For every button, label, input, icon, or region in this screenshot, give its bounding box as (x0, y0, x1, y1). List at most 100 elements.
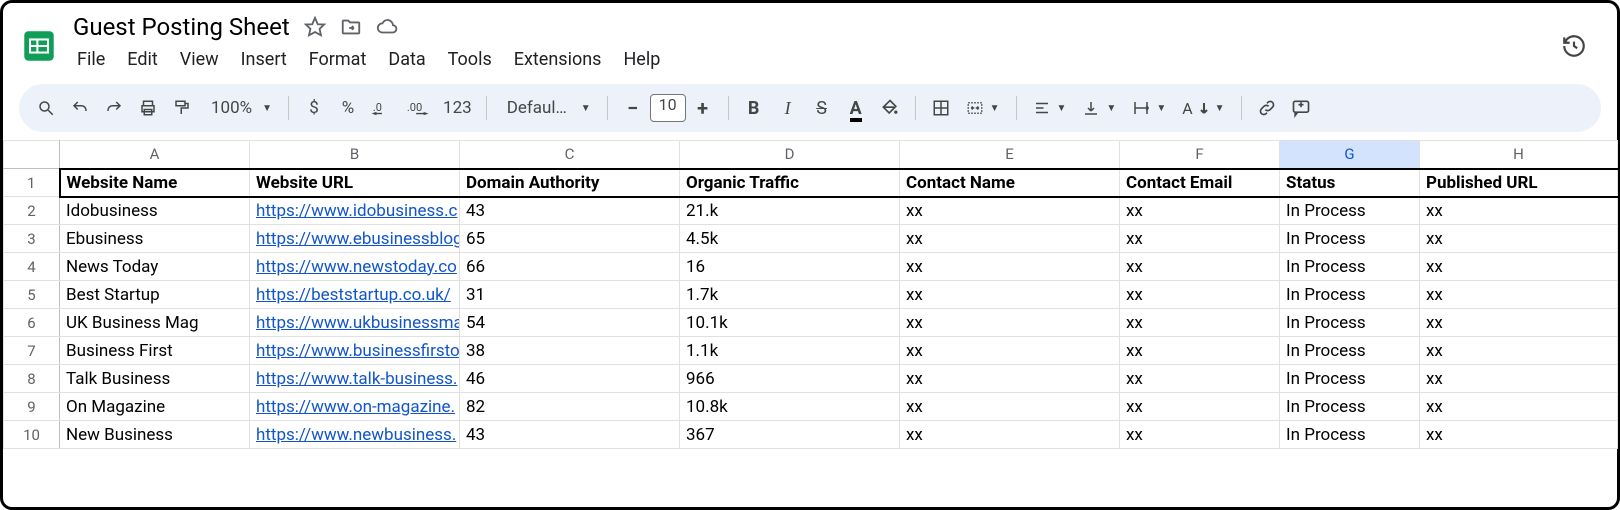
cell[interactable]: xx (1420, 365, 1618, 393)
url-link[interactable]: https://www.talk-business. (256, 369, 457, 389)
cell[interactable]: 1.1k (680, 337, 900, 365)
url-link[interactable]: https://www.businessfirsto (256, 341, 460, 361)
menu-data[interactable]: Data (378, 45, 435, 74)
cell[interactable]: xx (1420, 225, 1618, 253)
cell[interactable]: xx (900, 337, 1120, 365)
move-folder-icon[interactable] (340, 16, 362, 38)
sheets-logo[interactable] (19, 20, 59, 72)
zoom-select[interactable]: 100%▼ (201, 98, 278, 118)
cell[interactable]: https://www.newstoday.co (250, 253, 460, 281)
row-header[interactable]: 6 (4, 309, 60, 337)
cell[interactable]: xx (1120, 225, 1280, 253)
cell[interactable]: xx (1120, 197, 1280, 225)
insert-link-icon[interactable] (1252, 92, 1282, 124)
cloud-status-icon[interactable] (376, 16, 398, 38)
cell[interactable]: Idobusiness (60, 197, 250, 225)
row-header[interactable]: 9 (4, 393, 60, 421)
cell[interactable]: xx (1120, 365, 1280, 393)
fill-color-icon[interactable] (875, 92, 905, 124)
cell[interactable]: xx (1420, 253, 1618, 281)
document-title[interactable]: Guest Posting Sheet (73, 13, 290, 41)
increase-decimal-icon[interactable]: .00 (401, 92, 435, 124)
cell[interactable]: 4.5k (680, 225, 900, 253)
cell[interactable]: 54 (460, 309, 680, 337)
number-format-button[interactable]: 123 (439, 92, 476, 124)
column-header-H[interactable]: H (1420, 141, 1618, 169)
cell[interactable]: In Process (1280, 393, 1420, 421)
italic-button[interactable]: I (773, 92, 803, 124)
cell[interactable]: https://www.on-magazine. (250, 393, 460, 421)
row-header[interactable]: 5 (4, 281, 60, 309)
cell[interactable]: Domain Authority (460, 169, 680, 197)
row-header[interactable]: 8 (4, 365, 60, 393)
url-link[interactable]: https://www.ukbusinessma (256, 313, 460, 333)
cell[interactable]: 10.1k (680, 309, 900, 337)
cell[interactable]: In Process (1280, 253, 1420, 281)
cell[interactable]: xx (1420, 281, 1618, 309)
cell[interactable]: New Business (60, 421, 250, 449)
column-header-A[interactable]: A (60, 141, 250, 169)
search-icon[interactable] (31, 92, 61, 124)
cell[interactable]: xx (900, 365, 1120, 393)
text-wrap-icon[interactable]: ▼ (1126, 99, 1172, 117)
url-link[interactable]: https://www.ebusinessblog (256, 229, 460, 249)
cell[interactable]: Ebusiness (60, 225, 250, 253)
cell[interactable]: https://www.newbusiness. (250, 421, 460, 449)
row-header[interactable]: 4 (4, 253, 60, 281)
cell[interactable]: Talk Business (60, 365, 250, 393)
percent-button[interactable]: % (333, 92, 363, 124)
cell[interactable]: In Process (1280, 309, 1420, 337)
menu-format[interactable]: Format (299, 45, 377, 74)
cell[interactable]: 367 (680, 421, 900, 449)
vertical-align-icon[interactable]: ▼ (1076, 99, 1122, 117)
menu-view[interactable]: View (170, 45, 229, 74)
cell[interactable]: https://www.idobusiness.c (250, 197, 460, 225)
menu-help[interactable]: Help (613, 45, 670, 74)
font-size-decrease-icon[interactable]: − (618, 92, 648, 124)
select-all-corner[interactable] (4, 141, 60, 169)
cell[interactable]: 82 (460, 393, 680, 421)
cell[interactable]: 66 (460, 253, 680, 281)
cell[interactable]: 1.7k (680, 281, 900, 309)
insert-comment-icon[interactable] (1286, 92, 1316, 124)
horizontal-align-icon[interactable]: ▼ (1027, 99, 1073, 117)
print-icon[interactable] (133, 92, 163, 124)
text-color-button[interactable]: A (841, 92, 871, 124)
cell[interactable]: 21.k (680, 197, 900, 225)
url-link[interactable]: https://beststartup.co.uk/ (256, 285, 451, 305)
cell[interactable]: Website Name (60, 169, 250, 197)
cell[interactable]: xx (1420, 337, 1618, 365)
menu-edit[interactable]: Edit (117, 45, 167, 74)
cell[interactable]: In Process (1280, 281, 1420, 309)
menu-tools[interactable]: Tools (438, 45, 502, 74)
cell[interactable]: Website URL (250, 169, 460, 197)
cell[interactable]: In Process (1280, 197, 1420, 225)
column-header-E[interactable]: E (900, 141, 1120, 169)
cell[interactable]: xx (1120, 281, 1280, 309)
row-header[interactable]: 2 (4, 197, 60, 225)
cell[interactable]: Status (1280, 169, 1420, 197)
cell[interactable]: xx (1420, 421, 1618, 449)
cell[interactable]: xx (1120, 337, 1280, 365)
cell[interactable]: In Process (1280, 337, 1420, 365)
cell[interactable]: xx (900, 281, 1120, 309)
cell[interactable]: In Process (1280, 225, 1420, 253)
cell[interactable]: https://www.ebusinessblog (250, 225, 460, 253)
column-header-G[interactable]: G (1280, 141, 1420, 169)
font-size-increase-icon[interactable]: + (688, 92, 718, 124)
cell[interactable]: xx (1120, 421, 1280, 449)
column-header-C[interactable]: C (460, 141, 680, 169)
font-select[interactable]: Defaul…▼ (497, 98, 597, 118)
column-header-F[interactable]: F (1120, 141, 1280, 169)
cell[interactable]: Contact Email (1120, 169, 1280, 197)
cell[interactable]: Business First (60, 337, 250, 365)
cell[interactable]: 65 (460, 225, 680, 253)
row-header[interactable]: 10 (4, 421, 60, 449)
cell[interactable]: Published URL (1420, 169, 1618, 197)
cell[interactable]: xx (1420, 393, 1618, 421)
row-header[interactable]: 3 (4, 225, 60, 253)
cell[interactable]: xx (1120, 393, 1280, 421)
bold-button[interactable]: B (739, 92, 769, 124)
font-size-input[interactable]: 10 (650, 94, 686, 122)
cell[interactable]: xx (900, 225, 1120, 253)
